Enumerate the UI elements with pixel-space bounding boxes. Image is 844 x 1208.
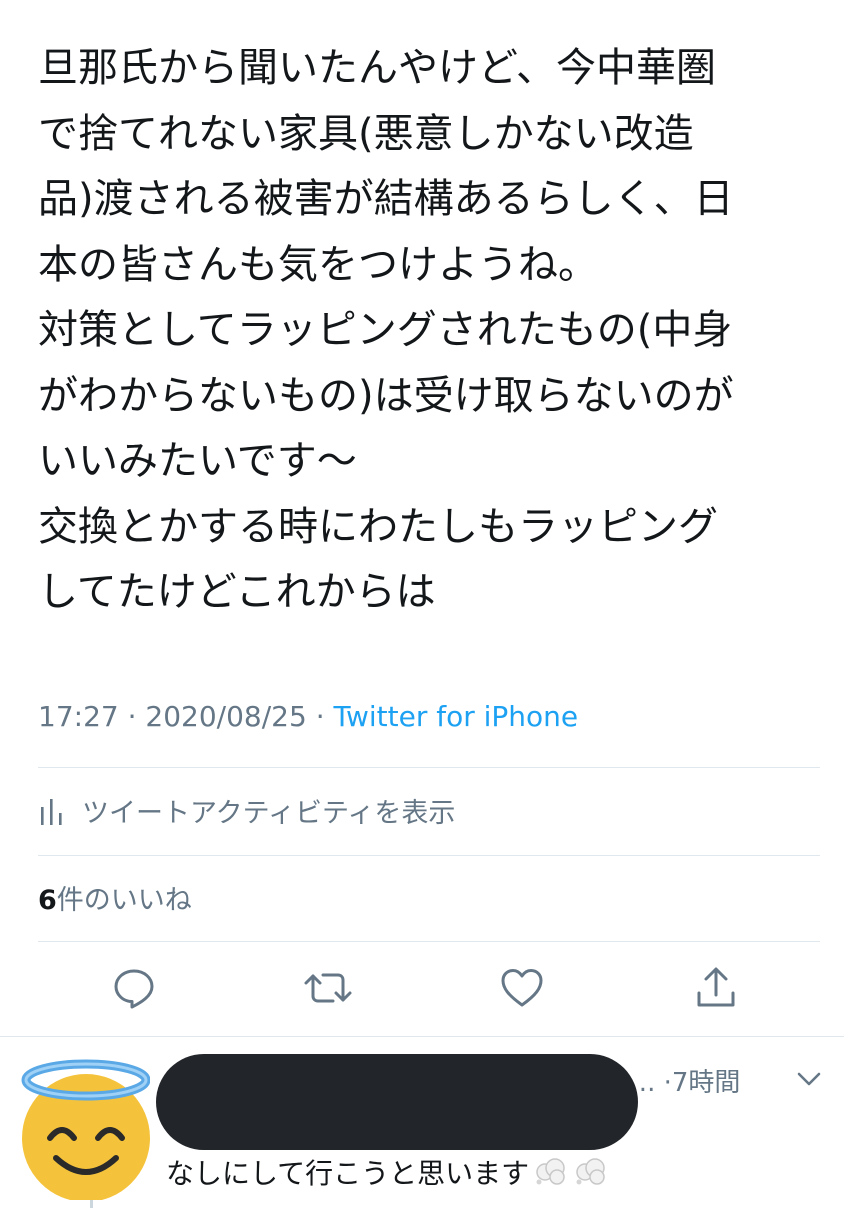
retweet-arrows-icon [304,973,352,1003]
tweet-text-line: 交換とかする時にわたしもラッピング [38,503,718,550]
redacted-username [156,1054,638,1150]
tweet-meta: 17:27 · 2020/08/25 · Twitter for iPhone [38,700,578,733]
share-upload-icon [697,967,735,1007]
reply-text: なしにして行こうと思います [166,1152,609,1192]
tweet-text-line: 対策としてラッピングされたもの(中身 [38,307,733,353]
tweet-time[interactable]: 17:27 [38,700,119,733]
speech-bubble-icon [114,969,154,1009]
divider [0,1036,844,1037]
likes-count-link[interactable]: 6件のいいね [38,878,192,917]
divider [38,941,820,942]
tweet-action-bar [0,962,844,1014]
tweet-text-line: 旦那氏から聞いたんやけど、今中華圏 [38,45,716,91]
likes-label: 件のいいね [56,885,192,916]
dashing-away-icon [536,1158,565,1185]
tweet-text-line: してたけどこれからは [38,569,436,615]
tweet-activity-link[interactable]: ツイートアクティビティを表示 [38,790,455,830]
share-button[interactable] [690,962,742,1014]
divider [38,855,820,856]
likes-count: 6 [38,885,57,916]
divider [38,767,820,768]
reply-button[interactable] [108,962,160,1014]
tweet-activity-label: ツイートアクティビティを表示 [82,797,456,829]
tweet-date[interactable]: 2020/08/25 [145,700,306,733]
tweet-text-line: 本の皆さんも気をつけようね。 [38,241,598,288]
meta-separator: · [118,700,146,733]
tweet-text-line: いいみたいです〜 [38,438,357,484]
tweet-source-link[interactable]: Twitter for iPhone [334,700,579,733]
like-button[interactable] [496,962,548,1014]
dashing-away-icon [576,1158,605,1185]
heart-icon [501,969,543,1007]
smiling-face-with-halo-icon[interactable] [10,1050,150,1200]
reply-text-content: なしにして行こうと思います [166,1157,530,1190]
analytics-bar-icon [41,799,62,825]
tweet-text-line: で捨てれない家具(悪意しかない改造 [38,110,694,157]
chevron-down-icon[interactable] [796,1068,822,1090]
retweet-button[interactable] [302,962,354,1014]
tweet-text-line: 品)渡される被害が結構あるらしく、日 [38,176,734,222]
meta-separator: · [306,700,334,733]
tweet-text: 旦那氏から聞いたんやけど、今中華圏 で捨てれない家具(悪意しかない改造 品)渡さ… [38,36,828,626]
tweet-text-line: がわからないもの)は受け取らないのが [38,372,734,419]
reply-tweet[interactable]: 3... ·7時間 なしにして行こうと思います [0,1040,844,1208]
